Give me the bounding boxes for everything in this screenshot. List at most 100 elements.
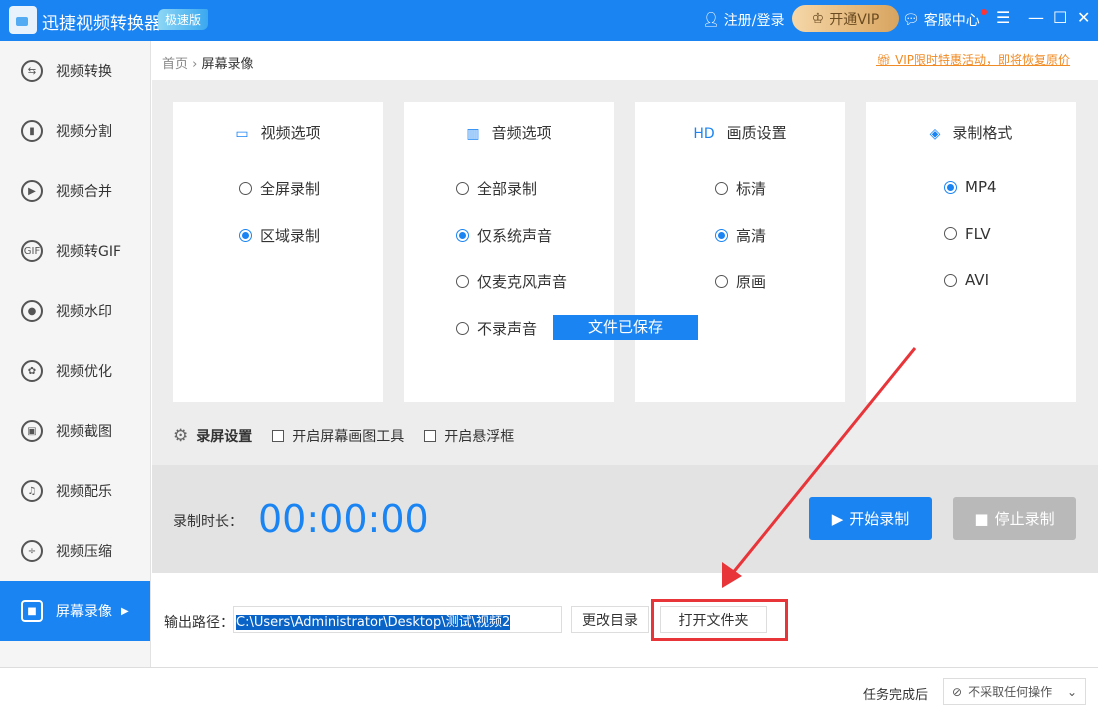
sidebar-icon: ♫ [21, 480, 43, 502]
highlight-box [651, 599, 788, 641]
card-title: ◈ 录制格式 [866, 122, 1076, 143]
hd-icon: HD [693, 126, 715, 142]
radio-button[interactable] [239, 182, 252, 195]
card-title: HD 画质设置 [635, 122, 845, 143]
output-path-value: C:\Users\Administrator\Desktop\测试\视频2 [236, 615, 511, 630]
crown-icon: ♔ [811, 10, 825, 27]
sidebar-icon: ▮ [21, 120, 43, 142]
radio-label: 仅麦克风声音 [477, 273, 568, 291]
sidebar-item-3[interactable]: GIF 视频转GIF [0, 221, 150, 281]
breadcrumb-separator: › [192, 57, 198, 72]
radio-option[interactable]: 全部录制 [456, 178, 537, 199]
start-record-button[interactable]: ▶ 开始录制 [809, 497, 932, 540]
gift-icon: 🎁︎ [876, 53, 896, 67]
menu-icon[interactable]: ☰ [996, 8, 1010, 27]
gear-icon[interactable]: ⚙ [173, 426, 188, 446]
radio-option[interactable]: FLV [944, 225, 991, 243]
radio-option[interactable]: 仅麦克风声音 [456, 271, 567, 292]
audio-icon: ▥ [466, 126, 480, 142]
sidebar: ⇆ 视频转换 ▮ 视频分割 ▶ 视频合并 GIF 视频转GIF ● 视频水印 ✿ 视频优化 ▣ 视频截图 ♫… [0, 41, 151, 667]
sidebar-item-7[interactable]: ♫ 视频配乐 [0, 461, 150, 521]
radio-label: 全部录制 [477, 180, 538, 198]
service-button[interactable]: 💬︎ 客服中心 [902, 10, 980, 30]
breadcrumb-home[interactable]: 首页 [162, 57, 188, 72]
radio-option[interactable]: AVI [944, 271, 989, 289]
notification-dot [981, 9, 987, 15]
radio-button[interactable] [239, 228, 252, 242]
card-2: HD 画质设置 [635, 102, 845, 402]
login-label: 注册/登录 [723, 13, 785, 29]
play-icon: ▶ [831, 509, 844, 528]
radio-option[interactable]: 高清 [715, 225, 766, 246]
sidebar-item-8[interactable]: ÷ 视频压缩 [0, 521, 150, 581]
sidebar-item-0[interactable]: ⇆ 视频转换 [0, 41, 150, 101]
radio-option[interactable]: 区域录制 [239, 225, 320, 246]
sidebar-item-label: 视频转换 [56, 64, 112, 80]
stop-record-button[interactable]: ■ 停止录制 [953, 497, 1076, 540]
sidebar-item-1[interactable]: ▮ 视频分割 [0, 101, 150, 161]
card-title-text: 音频选项 [491, 124, 552, 142]
duration-label: 录制时长： [173, 514, 243, 530]
sidebar-item-label: 视频优化 [56, 364, 112, 380]
stop-icon: ■ [974, 509, 989, 528]
minimize-icon[interactable]: — [1028, 8, 1044, 27]
radio-button[interactable] [944, 180, 957, 194]
sidebar-item-label: 视频配乐 [56, 484, 112, 500]
float-checkbox[interactable] [424, 430, 437, 442]
radio-button[interactable] [456, 182, 469, 195]
card-1: ▥ 音频选项 [404, 102, 614, 402]
radio-option[interactable]: 标清 [715, 178, 766, 199]
sidebar-item-label: 视频合并 [56, 184, 112, 200]
breadcrumb: 首页 › 屏幕录像 [162, 53, 254, 72]
close-icon[interactable]: ✕ [1077, 8, 1090, 27]
change-directory-button[interactable]: 更改目录 [571, 606, 649, 633]
sidebar-item-label: 视频水印 [56, 304, 112, 320]
sidebar-icon: GIF [21, 240, 43, 262]
radio-button[interactable] [715, 228, 728, 242]
sidebar-item-label: 视频截图 [56, 424, 112, 440]
vip-button[interactable]: ♔ 开通VIP [792, 5, 899, 32]
file-saved-toast: 文件已保存 [553, 315, 698, 340]
record-timer: 00:00:00 [258, 497, 429, 541]
card-0: ▭ 视频选项 [173, 102, 383, 402]
float-label: 开启悬浮框 [444, 429, 515, 445]
radio-button[interactable] [456, 228, 469, 242]
radio-option[interactable]: 不录声音 [456, 318, 537, 339]
sidebar-item-6[interactable]: ▣ 视频截图 [0, 401, 150, 461]
block-icon: ⊘ [952, 684, 963, 699]
radio-option[interactable]: MP4 [944, 178, 997, 196]
chevron-right-icon: ▶ [121, 605, 129, 617]
radio-button[interactable] [944, 227, 957, 240]
sidebar-item-label: 视频压缩 [56, 544, 112, 560]
video-icon: ▭ [235, 126, 249, 142]
edition-badge: 极速版 [158, 9, 209, 30]
radio-label: 高清 [736, 226, 767, 245]
sidebar-item-4[interactable]: ● 视频水印 [0, 281, 150, 341]
after-task-select[interactable]: ⊘ 不采取任何操作 ⌄ [943, 678, 1086, 705]
radio-label: FLV [965, 224, 991, 243]
maximize-icon[interactable]: ☐ [1053, 8, 1067, 27]
radio-option[interactable]: 全屏录制 [239, 178, 320, 199]
radio-button[interactable] [456, 275, 469, 288]
radio-button[interactable] [715, 275, 728, 288]
sidebar-icon: ⇆ [21, 60, 43, 82]
radio-button[interactable] [456, 321, 469, 335]
radio-option[interactable]: 原画 [715, 271, 766, 292]
sidebar-item-9[interactable]: ■ 屏幕录像 ▶ [0, 581, 150, 641]
login-button[interactable]: 👤︎ 注册/登录 [702, 10, 785, 30]
radio-option[interactable]: 仅系统声音 [456, 225, 552, 246]
radio-button[interactable] [715, 182, 728, 195]
sidebar-item-2[interactable]: ▶ 视频合并 [0, 161, 150, 221]
title-bar: 迅捷视频转换器 极速版 👤︎ 注册/登录 ♔ 开通VIP 💬︎ 客服中心 ☰ — ☐ … [0, 0, 1098, 41]
radio-label: 原画 [736, 273, 767, 291]
card-title-text: 视频选项 [260, 124, 321, 142]
radio-button[interactable] [944, 273, 957, 287]
app-logo [9, 6, 37, 34]
draw-tool-checkbox[interactable] [272, 430, 285, 442]
sidebar-item-5[interactable]: ✿ 视频优化 [0, 341, 150, 401]
sidebar-icon: ✿ [21, 360, 43, 382]
sidebar-item-label: 屏幕录像 [56, 604, 112, 620]
output-path-input[interactable]: C:\Users\Administrator\Desktop\测试\视频2 [233, 606, 562, 633]
promo-link[interactable]: 🎁︎ VIP限时特惠活动，即将恢复原价 [876, 51, 1070, 68]
after-task-value: 不采取任何操作 [968, 685, 1053, 699]
